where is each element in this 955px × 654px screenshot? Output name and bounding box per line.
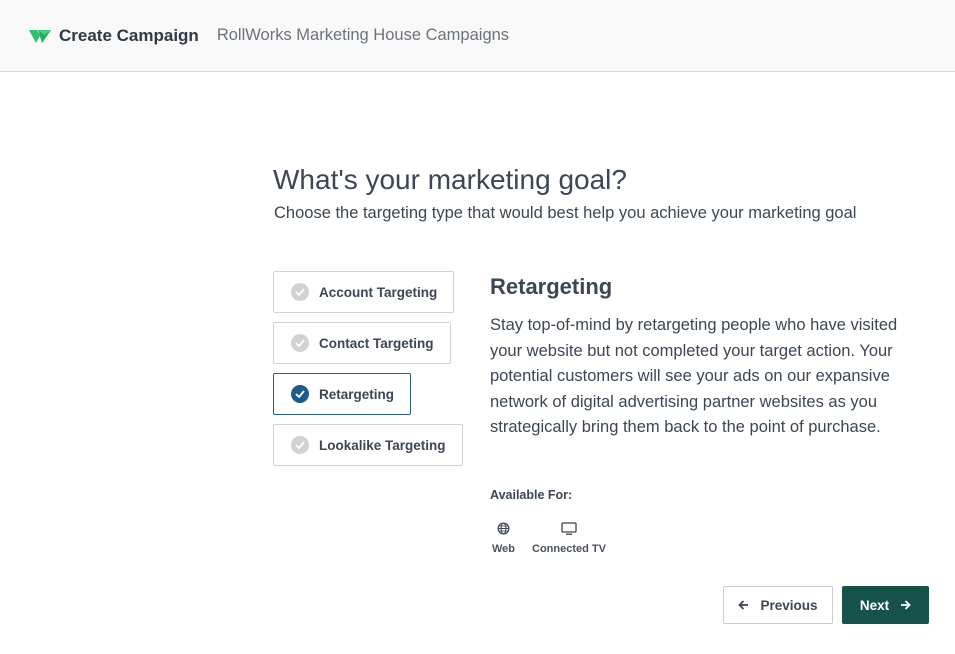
arrow-left-icon [738,600,749,610]
detail-description: Stay top-of-mind by retargeting people w… [490,316,898,436]
option-retargeting[interactable]: Retargeting [273,373,412,415]
monitor-icon [561,522,577,535]
detail-title: Retargeting [490,274,613,299]
arrow-right-icon [900,600,911,610]
goal-subheading: Choose the targeting type that would bes… [274,204,857,222]
available-for-label: Available For: [490,488,573,502]
top-header: Create Campaign RollWorks Marketing Hous… [0,0,955,72]
option-label: Retargeting [319,386,395,402]
organization-name: RollWorks Marketing House Campaigns [216,26,510,44]
option-label: Lookalike Targeting [319,437,446,453]
platform-connected-tv: Connected TV [532,522,606,555]
page-title: Create Campaign [59,25,199,45]
check-circle-icon [291,385,309,403]
option-contact-targeting[interactable]: Contact Targeting [273,322,451,364]
check-circle-icon [291,436,309,454]
previous-label: Previous [760,597,818,613]
check-circle-icon [291,334,309,352]
platform-web: Web [492,522,515,555]
rollworks-logo-icon [29,27,51,45]
previous-button[interactable]: Previous [723,586,833,624]
platform-label: Web [492,543,516,555]
next-label: Next [859,597,890,613]
platform-label: Connected TV [532,543,606,555]
option-label: Contact Targeting [319,335,434,351]
option-label: Account Targeting [319,284,438,300]
next-button[interactable]: Next [842,586,929,624]
globe-icon [497,522,510,535]
check-circle-icon [291,283,309,301]
option-lookalike-targeting[interactable]: Lookalike Targeting [273,424,463,466]
option-account-targeting[interactable]: Account Targeting [273,271,455,313]
goal-heading: What's your marketing goal? [273,164,627,195]
